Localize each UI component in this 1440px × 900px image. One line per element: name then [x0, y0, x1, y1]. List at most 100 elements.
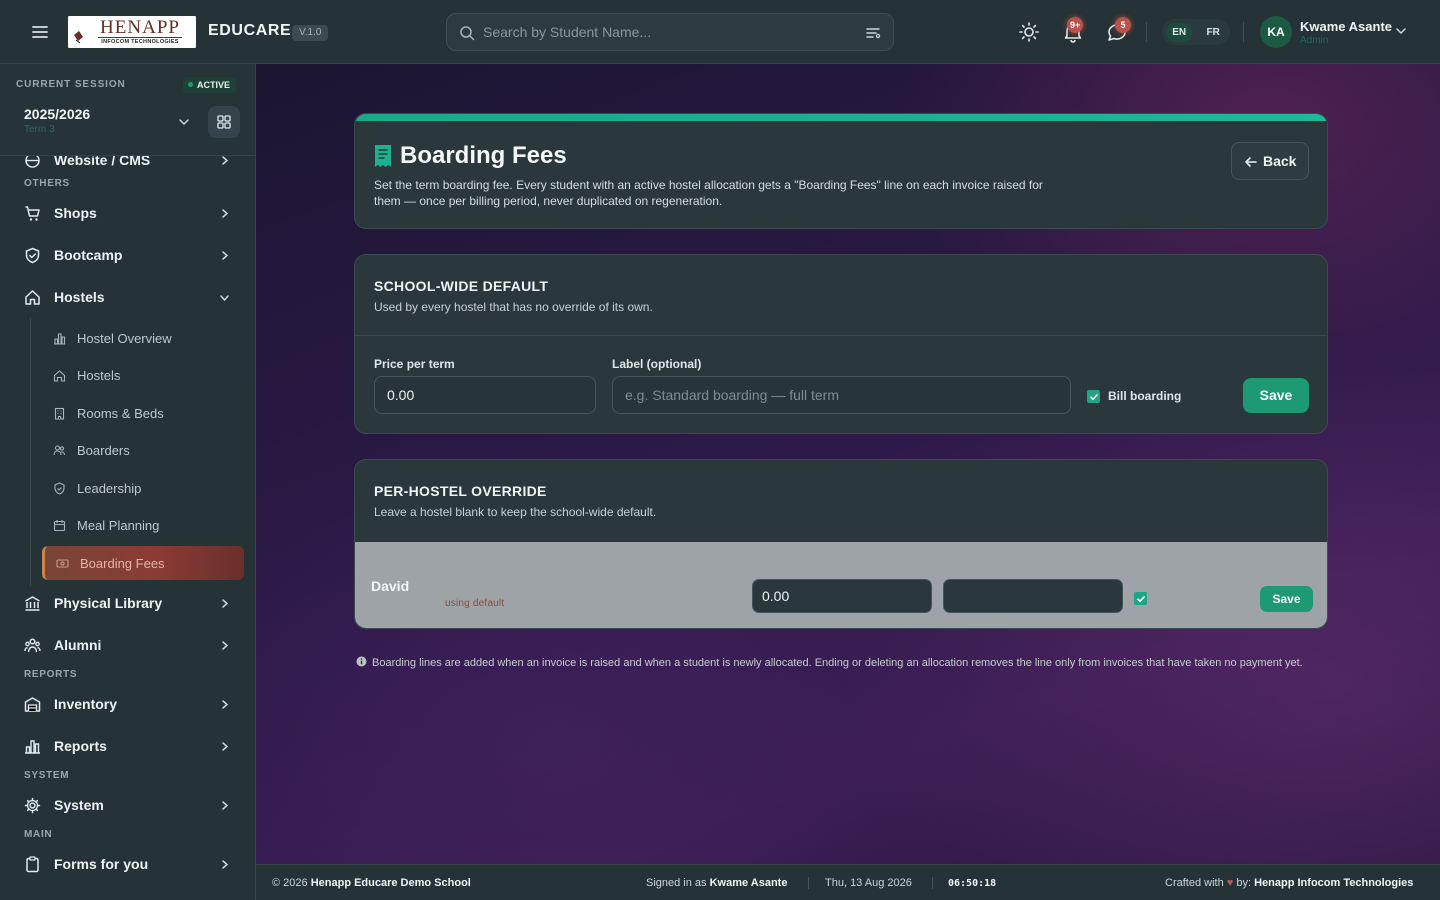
footer-signed-in: Signed in as Kwame Asante	[646, 877, 787, 889]
sidebar-subitem-meal-planning[interactable]: Meal Planning	[42, 508, 244, 542]
bill-boarding-label[interactable]: Bill boarding	[1108, 389, 1181, 403]
bill-boarding-checkbox[interactable]	[1087, 390, 1100, 403]
section-subtitle: Used by every hostel that has no overrid…	[374, 300, 653, 314]
session-panel: CURRENT SESSION ACTIVE 2025/2026 Term 3	[0, 64, 255, 156]
save-hostel-button[interactable]: Save	[1260, 586, 1313, 612]
chevron-right-icon	[222, 801, 229, 810]
chevron-right-icon	[222, 742, 229, 751]
sidebar-item-inventory[interactable]: Inventory	[0, 684, 255, 724]
sidebar-subitem-leadership[interactable]: Leadership	[42, 471, 244, 505]
hostel-price-input[interactable]	[752, 579, 932, 613]
sidebar-item-label: Alumni	[54, 637, 102, 653]
info-note: Boarding lines are added when an invoice…	[356, 655, 1306, 671]
theme-toggle-sun-icon[interactable]	[1017, 20, 1041, 44]
arrow-left-icon	[1245, 157, 1257, 167]
info-icon	[356, 656, 367, 667]
section-caption-reports: REPORTS	[24, 669, 78, 680]
chevron-right-icon	[222, 700, 229, 709]
sidebar-subitem-label: Boarding Fees	[80, 556, 165, 571]
filter-icon[interactable]	[865, 25, 881, 41]
logo-text: HENAPP	[98, 17, 182, 38]
bar-chart-icon	[25, 740, 40, 754]
footer-copyright: © 2026 Henapp Educare Demo School	[272, 877, 471, 889]
heart-icon: ♥	[1226, 877, 1234, 889]
user-role: Admin	[1300, 35, 1329, 46]
apps-grid-button[interactable]	[208, 106, 240, 138]
check-icon	[1089, 393, 1098, 400]
users-group-icon	[24, 638, 41, 653]
school-wide-default-card: SCHOOL-WIDE DEFAULT Used by every hostel…	[354, 254, 1328, 434]
shield-icon	[54, 482, 65, 495]
sidebar-item-forms[interactable]: Forms for you	[0, 844, 255, 884]
hostel-label-input[interactable]	[943, 579, 1123, 613]
sidebar-item-label: System	[54, 797, 104, 813]
sidebar-subitem-hostels[interactable]: Hostels	[42, 358, 244, 392]
sidebar-item-bootcamp[interactable]: Bootcamp	[0, 235, 255, 275]
check-icon	[1136, 595, 1145, 602]
search-input[interactable]	[483, 14, 853, 50]
company-link[interactable]: Henapp Infocom Technologies	[1254, 877, 1413, 889]
sidebar-subitem-label: Boarders	[77, 443, 130, 458]
menu-icon[interactable]	[28, 20, 52, 44]
info-note-text: Boarding lines are added when an invoice…	[372, 657, 1303, 669]
chevron-down-icon[interactable]	[177, 115, 191, 129]
user-name[interactable]: Kwame Asante	[1300, 19, 1392, 34]
session-term: Term 3	[24, 124, 55, 135]
lang-en-button[interactable]: EN	[1166, 22, 1193, 42]
footer: © 2026 Henapp Educare Demo School Signed…	[256, 864, 1440, 900]
chevron-down-icon[interactable]	[1394, 24, 1408, 38]
signed-prefix: Signed in as	[646, 877, 707, 889]
section-caption-others: OTHERS	[24, 178, 70, 189]
sidebar-item-hostels[interactable]: Hostels	[0, 277, 255, 317]
sidebar-subitem-boarding-fees[interactable]: Boarding Fees	[42, 546, 244, 580]
sidebar-subitem-label: Leadership	[77, 481, 142, 496]
sidebar-item-physical-library[interactable]: Physical Library	[0, 583, 255, 623]
divider	[808, 877, 809, 889]
section-caption-main: MAIN	[24, 829, 53, 840]
sidebar-item-reports[interactable]: Reports	[0, 726, 255, 766]
save-default-button[interactable]: Save	[1243, 378, 1309, 413]
section-title: PER-HOSTEL OVERRIDE	[374, 483, 547, 499]
label-optional-label: Label (optional)	[612, 357, 702, 371]
logo-subtext: INFOCOM TECHNOLOGIES	[101, 39, 179, 45]
top-bar: HENAPP INFOCOM TECHNOLOGIES EDUCARE V.1.…	[0, 0, 1440, 64]
grid-icon	[217, 115, 231, 129]
henapp-logo[interactable]: HENAPP INFOCOM TECHNOLOGIES	[68, 16, 196, 48]
sidebar-subitem-rooms-beds[interactable]: Rooms & Beds	[42, 396, 244, 430]
price-per-term-label: Price per term	[374, 357, 455, 371]
price-per-term-input[interactable]	[374, 376, 596, 414]
session-year[interactable]: 2025/2026	[24, 106, 90, 122]
back-button[interactable]: Back	[1231, 142, 1309, 180]
sidebar-item-label: Reports	[54, 738, 107, 754]
crafted-prefix: Crafted with	[1165, 877, 1224, 889]
user-avatar[interactable]: KA	[1260, 16, 1292, 48]
lang-fr-button[interactable]: FR	[1200, 23, 1225, 42]
chevron-down-icon	[220, 295, 229, 302]
divider	[355, 335, 1327, 336]
hostel-bill-checkbox[interactable]	[1134, 592, 1147, 605]
sidebar-item-shops[interactable]: Shops	[0, 193, 255, 233]
search-bar	[446, 13, 894, 51]
copyright-prefix: © 2026	[272, 877, 308, 889]
page-title: Boarding Fees	[400, 142, 567, 169]
sidebar-item-system[interactable]: System	[0, 785, 255, 825]
sidebar-subitem-boarders[interactable]: Boarders	[42, 433, 244, 467]
hostel-name: David	[371, 578, 410, 594]
session-status-badge: ACTIVE	[183, 77, 237, 93]
label-input[interactable]	[612, 376, 1071, 414]
warehouse-icon	[24, 697, 41, 712]
sidebar-subitem-hostel-overview[interactable]: Hostel Overview	[42, 321, 244, 355]
page-description: Set the term boarding fee. Every student…	[374, 178, 1043, 208]
table-row: David using default Save	[355, 542, 1327, 628]
sidebar-item-alumni[interactable]: Alumni	[0, 625, 255, 665]
per-hostel-override-card: PER-HOSTEL OVERRIDE Leave a hostel blank…	[354, 459, 1328, 629]
shield-check-icon	[25, 247, 40, 264]
sidebar-subitem-label: Meal Planning	[77, 518, 160, 533]
receipt-icon	[375, 145, 391, 167]
section-title: SCHOOL-WIDE DEFAULT	[374, 278, 549, 294]
chevron-right-icon	[222, 860, 229, 869]
bar-chart-icon	[54, 333, 66, 345]
sidebar-item-label: Shops	[54, 205, 97, 221]
main-content: Boarding Fees Set the term boarding fee.…	[256, 64, 1440, 864]
sidebar-item-label: Inventory	[54, 696, 118, 712]
